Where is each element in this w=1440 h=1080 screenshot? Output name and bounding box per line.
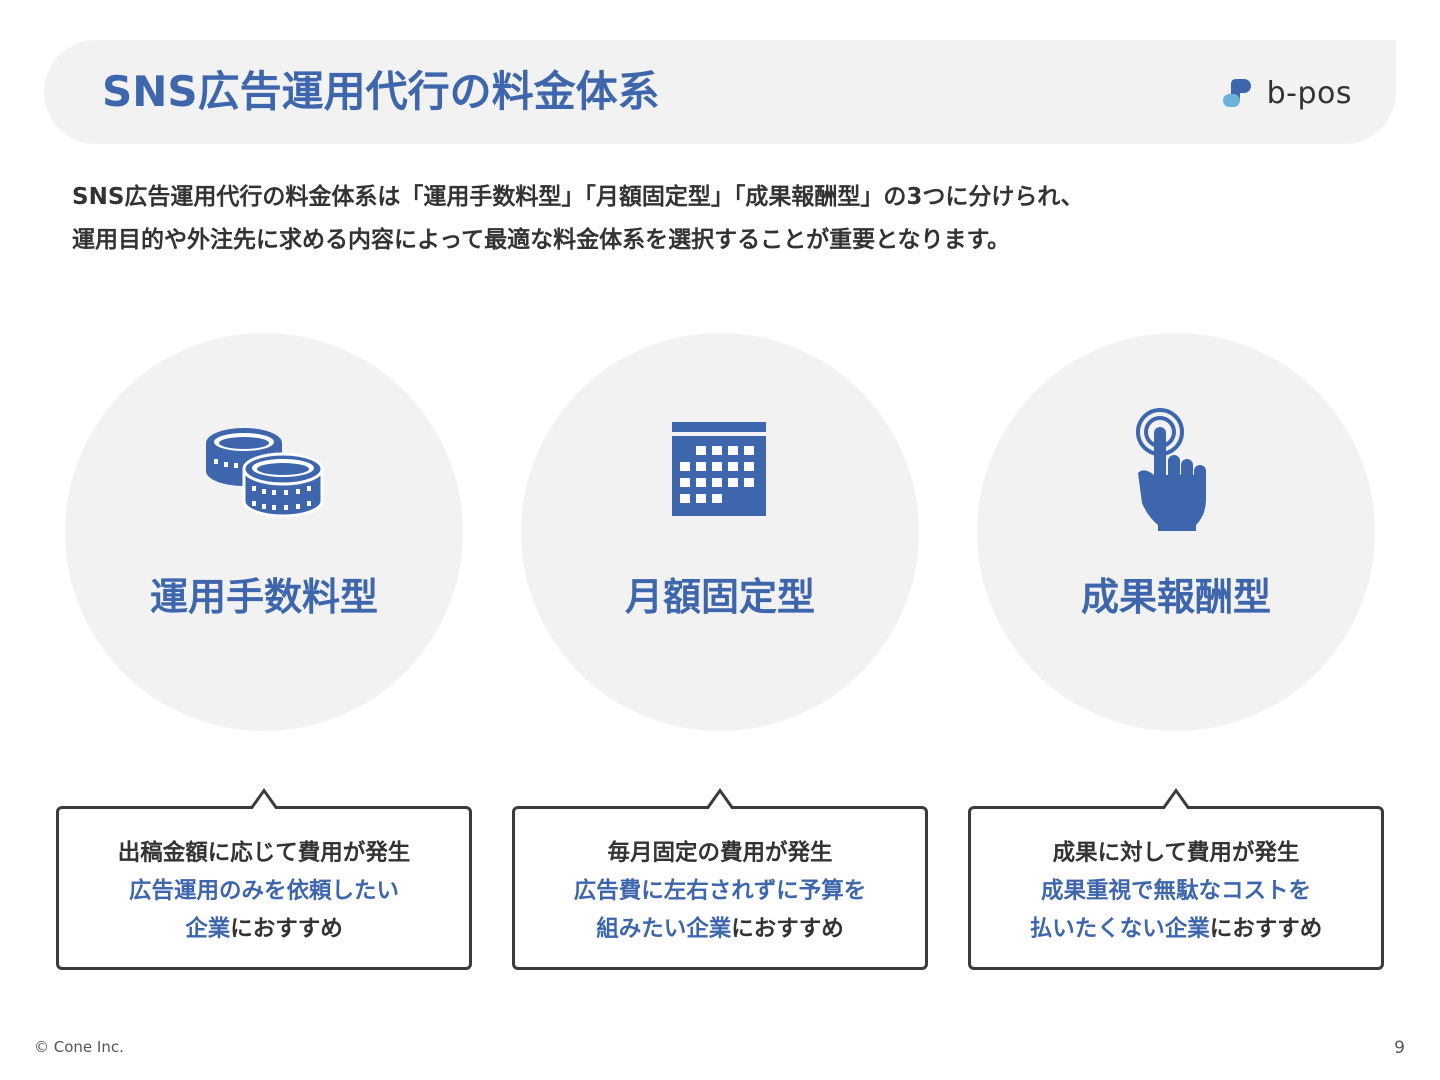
callout-suffix: におすすめ [230, 916, 343, 942]
callout-line-1: 毎月固定の費用が発生 [607, 840, 833, 866]
callout-line-3: 企業におすすめ [59, 910, 469, 948]
plan-callout-performance: 成果に対して費用が発生 成果重視で無駄なコストを 払いたくない企業におすすめ [968, 788, 1384, 970]
callout-line-2: 成果重視で無駄なコストを [1040, 878, 1311, 904]
callout-line-2: 広告費に左右されずに予算を [573, 878, 867, 904]
callout-accent: 払いたくない企業 [1029, 916, 1210, 942]
copyright: © Cone Inc. [34, 1038, 124, 1056]
b-pos-logo-icon [1222, 79, 1251, 107]
plan-circle-performance: 成果報酬型 [977, 333, 1375, 731]
intro-line-1: SNS広告運用代行の料金体系は「運用手数料型」「月額固定型」「成果報酬型」の3つ… [72, 184, 1084, 210]
callout-accent: 組みたい企業 [596, 916, 732, 942]
callout-accent: 企業 [185, 916, 231, 942]
page-title: SNS広告運用代行の料金体系 [102, 67, 660, 116]
brand-logo: b-pos [1221, 73, 1352, 113]
plan-label: 成果報酬型 [1080, 575, 1271, 619]
page-number: 9 [1394, 1038, 1405, 1058]
callout-line-3: 払いたくない企業におすすめ [971, 910, 1381, 948]
callout-line-1: 出稿金額に応じて費用が発生 [117, 840, 411, 866]
callout-suffix: におすすめ [731, 916, 844, 942]
plan-label: 運用手数料型 [149, 575, 378, 619]
callout-line-3: 組みたい企業におすすめ [515, 910, 925, 948]
callout-tail-fill [252, 793, 276, 810]
plan-callout-commission: 出稿金額に応じて費用が発生 広告運用のみを依頼したい 企業におすすめ [56, 788, 472, 970]
callout-tail-fill [708, 793, 732, 810]
header-bar: SNS広告運用代行の料金体系 b-pos [44, 40, 1396, 144]
tap-hand-icon [1136, 408, 1206, 531]
calendar-icon [672, 422, 766, 516]
coins-icon [206, 428, 324, 518]
intro-line-2: 運用目的や外注先に求める内容によって最適な料金体系を選択することが重要となります… [72, 227, 1011, 253]
callout-line-1: 成果に対して費用が発生 [1052, 840, 1300, 866]
plan-circle-fixed: 月額固定型 [521, 333, 919, 731]
callout-suffix: におすすめ [1209, 916, 1323, 942]
logo-text: b-pos [1266, 75, 1352, 111]
plan-callout-fixed: 毎月固定の費用が発生 広告費に左右されずに予算を 組みたい企業におすすめ [512, 788, 928, 970]
plan-circle-commission: 運用手数料型 [65, 333, 463, 731]
plan-label: 月額固定型 [624, 575, 815, 619]
callout-tail-fill [1164, 793, 1188, 810]
callout-line-2: 広告運用のみを依頼したい [128, 878, 399, 904]
intro-text: SNS広告運用代行の料金体系は「運用手数料型」「月額固定型」「成果報酬型」の3つ… [72, 176, 1372, 262]
